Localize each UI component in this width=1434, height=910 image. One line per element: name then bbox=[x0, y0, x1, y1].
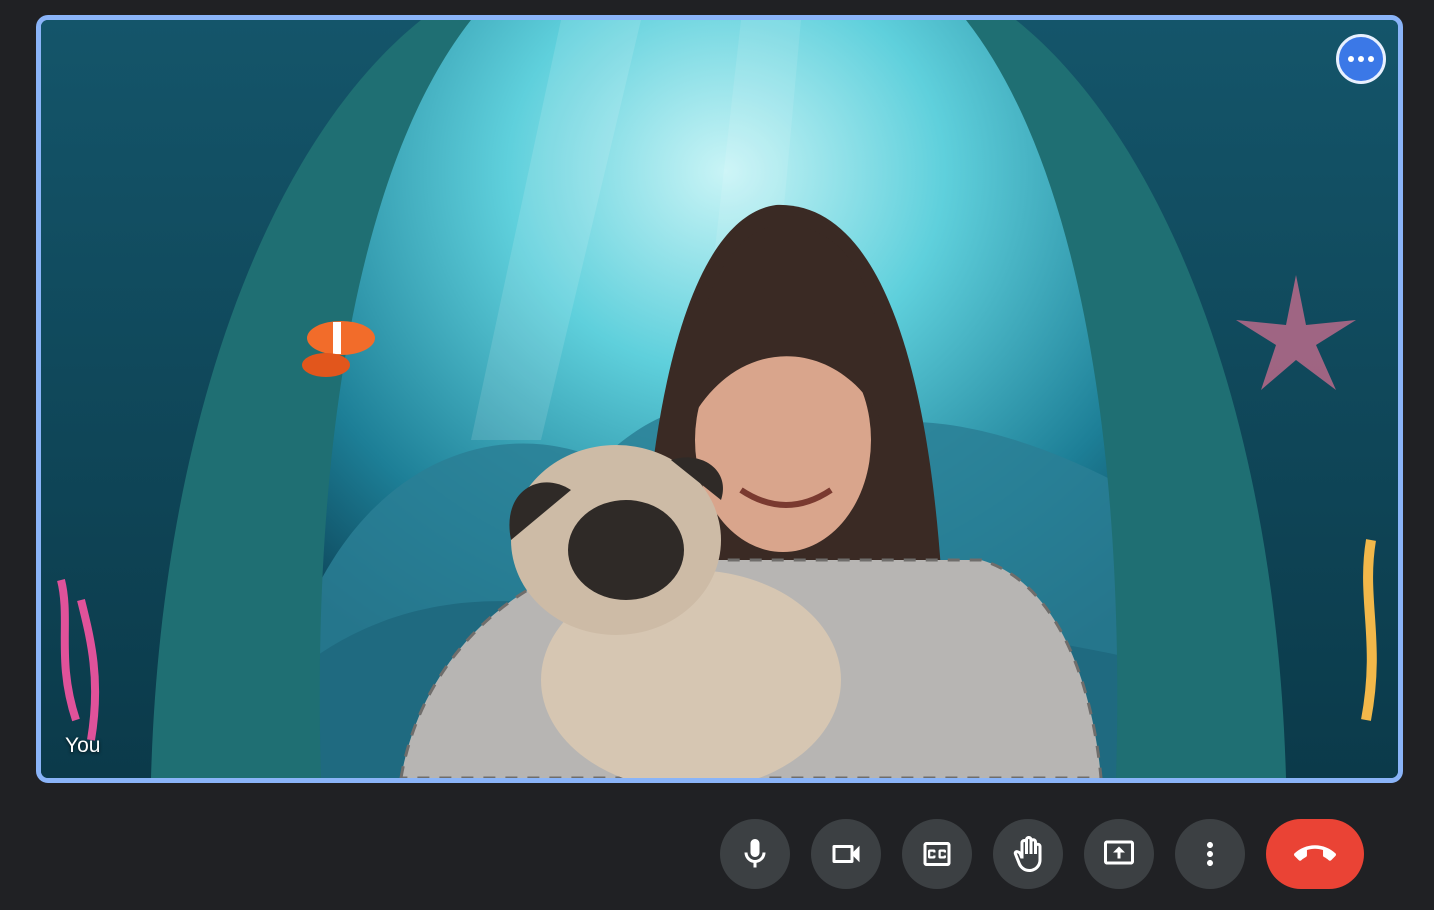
raise-hand-button[interactable] bbox=[993, 818, 1063, 889]
participant-name-label: You bbox=[65, 734, 101, 757]
more-vert-icon bbox=[1207, 841, 1213, 866]
videocam-icon bbox=[832, 844, 860, 863]
call-controls-bar bbox=[720, 818, 1364, 889]
present-screen-icon bbox=[1104, 840, 1134, 864]
leave-call-button[interactable] bbox=[1266, 818, 1364, 889]
closed-caption-icon bbox=[923, 841, 951, 866]
more-horiz-icon bbox=[1348, 56, 1354, 62]
more-options-button[interactable] bbox=[1175, 818, 1245, 889]
microphone-icon bbox=[744, 838, 766, 867]
participant-video-tile[interactable]: You bbox=[36, 15, 1403, 783]
hand-icon bbox=[1013, 835, 1042, 872]
captions-button[interactable] bbox=[902, 818, 972, 889]
video-feed bbox=[41, 20, 1398, 778]
present-button[interactable] bbox=[1084, 818, 1154, 889]
microphone-button[interactable] bbox=[720, 818, 790, 889]
tile-more-options-button[interactable] bbox=[1336, 34, 1386, 84]
call-end-icon bbox=[1294, 844, 1336, 861]
camera-button[interactable] bbox=[811, 818, 881, 889]
